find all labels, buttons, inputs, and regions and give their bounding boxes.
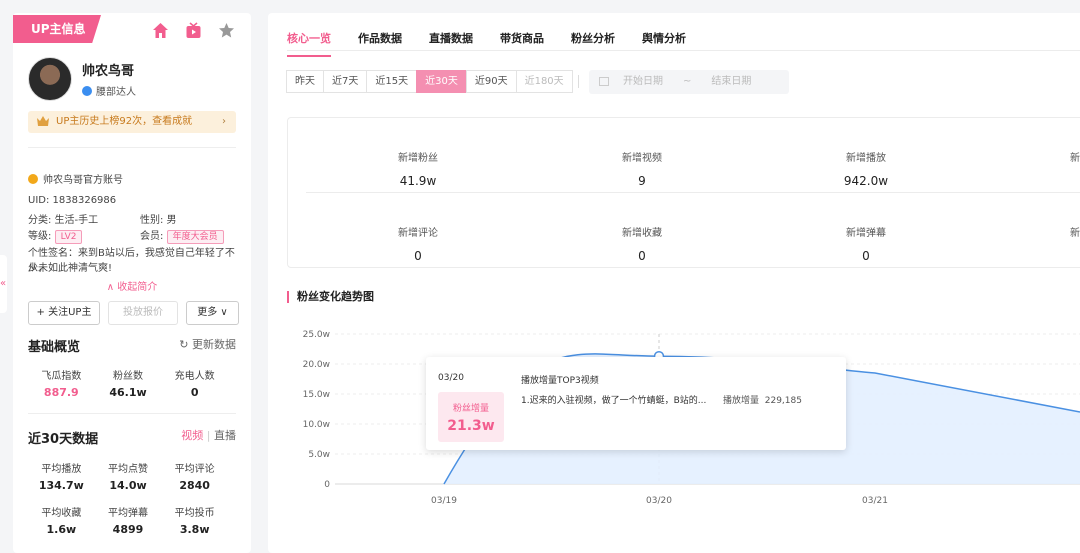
kpi-box: 新增粉丝 41.9w 新增视频 9 新增播放 942.0w 新增点赞 10 新增评论 0 新增收藏 0… xyxy=(287,117,1080,268)
kpi-kpis_row1-1: 新增视频 9 xyxy=(572,149,712,188)
tab-2[interactable]: 直播数据 xyxy=(429,30,473,57)
kpi-value: 0 xyxy=(414,249,422,263)
creator-tag-label: 腰部达人 xyxy=(96,87,136,98)
kpi-label: 新增收藏 xyxy=(622,228,662,239)
signature-line-2: 从未如此神清气爽! xyxy=(28,263,113,274)
panel-actions xyxy=(152,22,235,39)
x-tick-label: 03/19 xyxy=(431,496,457,506)
tab-1[interactable]: 作品数据 xyxy=(358,30,402,57)
level-label: 等级: xyxy=(28,231,52,242)
range-option-4[interactable]: 近90天 xyxy=(465,70,517,93)
tooltip-fans-box: 粉丝增量 21.3w xyxy=(438,392,504,442)
rank-history-text: UP主历史上榜92次，查看成就 xyxy=(56,116,193,127)
tooltip-play-value: 229,185 xyxy=(764,396,802,406)
kpi-label: 新增播放 xyxy=(846,153,886,164)
range-option-0[interactable]: 昨天 xyxy=(286,70,324,93)
divider xyxy=(28,147,236,148)
profile: 帅农鸟哥 腰部达人 xyxy=(28,57,136,101)
avatar[interactable] xyxy=(28,57,72,101)
kpi-value: 942.0w xyxy=(843,174,889,188)
range-option-1[interactable]: 近7天 xyxy=(323,70,368,93)
kpi-divider xyxy=(306,192,1080,193)
tooltip-date: 03/20 xyxy=(438,373,464,383)
kpi-kpis_row1-2: 新增播放 942.0w xyxy=(796,149,936,188)
kpi-kpis_row2-3: 新增分享 xyxy=(1020,224,1080,249)
home-icon[interactable] xyxy=(152,22,169,39)
x-tick-label: 03/21 xyxy=(862,496,888,506)
chart-tooltip: 03/20 播放增量TOP3视频 粉丝增量 21.3w 1.迟来的入驻视频，做了… xyxy=(426,357,846,450)
gender: 性别: 男 xyxy=(140,215,177,226)
range-option-5[interactable]: 近180天 xyxy=(515,70,573,93)
y-tick-label: 10.0w xyxy=(303,420,330,430)
up-name: 帅农鸟哥 xyxy=(82,64,135,79)
info-row-category: 分类: 生活-手工 性别: 男 xyxy=(28,211,177,226)
video-icon[interactable] xyxy=(185,22,202,39)
kpi-kpis_row2-0: 新增评论 0 xyxy=(348,224,488,263)
y-tick-label: 15.0w xyxy=(303,390,330,400)
kpi-label: 新增视频 xyxy=(622,153,662,164)
range-option-2[interactable]: 近15天 xyxy=(366,70,418,93)
kpi-value: 0 xyxy=(638,249,646,263)
date-range-picker[interactable]: 开始日期 ~ 结束日期 xyxy=(589,70,789,94)
y-tick-label: 20.0w xyxy=(303,360,330,370)
kpi-value: 10 xyxy=(1020,174,1080,188)
range-option-3[interactable]: 近30天 xyxy=(416,70,467,93)
kpi-kpis_row2-1: 新增收藏 0 xyxy=(572,224,712,263)
range-separator xyxy=(578,75,579,88)
double-chevron-left-icon: « xyxy=(0,278,7,289)
crown-icon xyxy=(37,116,49,126)
main-tabs: 核心一览 作品数据 直播数据 带货商品 粉丝分析 舆情分析 xyxy=(287,30,686,57)
up-info-badge: UP主信息 xyxy=(13,15,101,43)
kpi-kpis_row1-3: 新增点赞 10 xyxy=(1020,149,1080,188)
kpi-label: 新增评论 xyxy=(398,228,438,239)
tabs-divider xyxy=(287,50,1080,51)
star-icon[interactable] xyxy=(218,22,235,39)
creator-tag: 腰部达人 xyxy=(82,83,136,98)
creator-tag-icon xyxy=(82,85,92,96)
kpi-label: 新增点赞 xyxy=(1070,153,1080,164)
date-range-options: 昨天 近7天 近15天 近30天 近90天 近180天 xyxy=(286,70,573,93)
tooltip-play: 播放增量 229,185 xyxy=(723,393,802,406)
tab-0[interactable]: 核心一览 xyxy=(287,30,331,57)
tooltip-header: 播放增量TOP3视频 xyxy=(521,376,599,386)
kpi-value: 0 xyxy=(862,249,870,263)
y-tick-label: 5.0w xyxy=(308,450,330,460)
tooltip-play-label: 播放增量 xyxy=(723,396,760,406)
calendar-icon xyxy=(599,76,609,86)
collapse-intro-link[interactable]: ∧ 收起简介 xyxy=(13,278,251,293)
verified-icon xyxy=(28,173,38,184)
rank-history-bar[interactable]: UP主历史上榜92次，查看成就 › xyxy=(28,111,236,133)
date-end[interactable]: 结束日期 xyxy=(711,76,751,87)
kpi-label: 新增弹幕 xyxy=(846,228,886,239)
uid: UID: 1838326986 xyxy=(28,195,117,206)
chevron-right-icon: › xyxy=(222,116,226,127)
tooltip-fans-label: 粉丝增量 xyxy=(452,404,489,414)
kpi-kpis_row1-0: 新增粉丝 41.9w xyxy=(348,149,488,188)
kpi-label: 新增分享 xyxy=(1070,228,1080,239)
member-label: 会员: xyxy=(140,231,164,242)
info-row-level: 等级: LV2 会员: 年度大会员 xyxy=(28,227,224,244)
y-tick-label: 0 xyxy=(324,480,330,490)
tooltip-video-item[interactable]: 1.迟来的入驻视频，做了一个竹蜻蜓，B站的... xyxy=(521,393,706,406)
official-account: 帅农鸟哥官方账号 xyxy=(28,171,123,186)
kpi-kpis_row2-2: 新增弹幕 0 xyxy=(796,224,936,263)
y-tick-label: 25.0w xyxy=(303,330,330,340)
official-account-label: 帅农鸟哥官方账号 xyxy=(43,175,123,186)
date-sep: ~ xyxy=(683,76,692,87)
kpi-value: 41.9w xyxy=(399,174,437,188)
tab-3[interactable]: 带货商品 xyxy=(500,30,544,57)
chart-title: 粉丝变化趋势图 xyxy=(287,291,374,303)
date-start[interactable]: 开始日期 xyxy=(623,76,663,87)
category: 分类: 生活-手工 xyxy=(28,215,99,226)
kpi-label: 新增粉丝 xyxy=(398,153,438,164)
kpi-value: 9 xyxy=(638,174,646,188)
tab-4[interactable]: 粉丝分析 xyxy=(571,30,615,57)
level-badge: LV2 xyxy=(54,230,83,244)
member-badge: 年度大会员 xyxy=(166,230,224,244)
tab-5[interactable]: 舆情分析 xyxy=(642,30,686,57)
tooltip-fans-value: 21.3w xyxy=(447,418,495,434)
x-tick-label: 03/20 xyxy=(646,496,672,506)
